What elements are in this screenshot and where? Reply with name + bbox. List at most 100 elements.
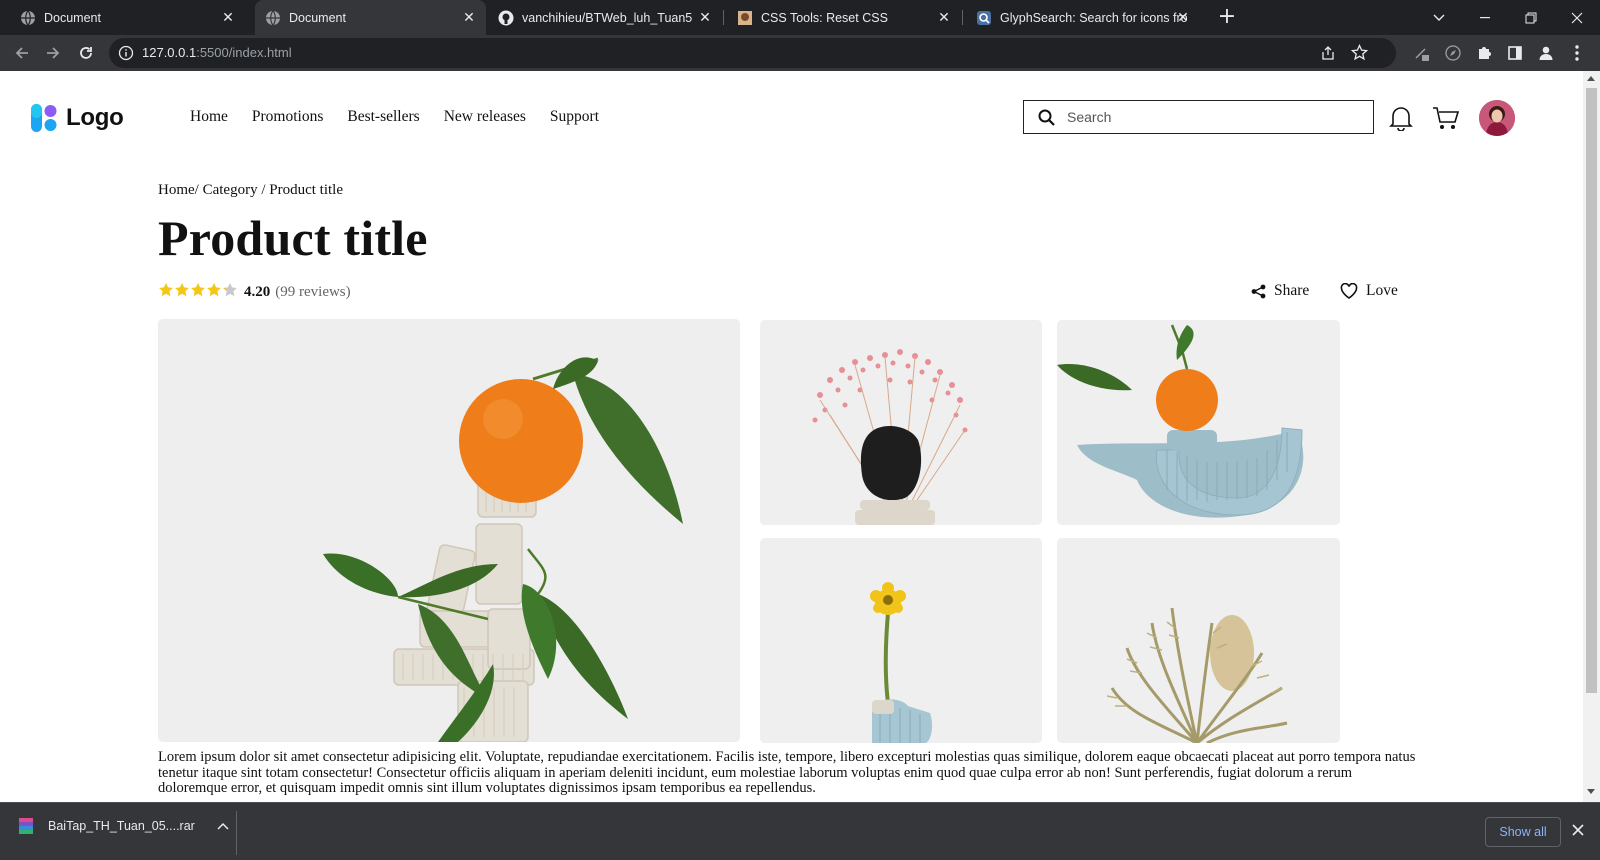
chevron-up-icon[interactable] [217, 822, 229, 830]
browser-tab-4[interactable]: CSS Tools: Reset CSS ✕ [725, 0, 961, 35]
download-divider [236, 811, 237, 855]
search-input[interactable] [1067, 109, 1347, 125]
close-tab-icon[interactable]: ✕ [696, 8, 714, 26]
browser-tab-5[interactable]: GlyphSearch: Search for icons fro ✕ [964, 0, 1200, 35]
browser-tab-3[interactable]: vanchihieu/BTWeb_luh_Tuan5 ✕ [490, 0, 722, 35]
url-host: 127.0.0.1 [142, 45, 197, 60]
minimize-icon[interactable] [1462, 0, 1508, 35]
bookmark-star-icon[interactable] [1350, 43, 1369, 66]
search-icon [1038, 109, 1055, 126]
star-icon [206, 282, 222, 303]
forward-icon[interactable] [41, 41, 65, 65]
star-icon [190, 282, 206, 303]
star-icon [222, 282, 238, 303]
show-all-button[interactable]: Show all [1485, 817, 1561, 847]
share-button[interactable]: Share [1251, 282, 1309, 300]
tab-title: Document [44, 10, 101, 25]
extension-compass-icon[interactable] [1441, 41, 1465, 65]
tab-divider [723, 10, 724, 25]
share-icon [1251, 284, 1266, 298]
site-favicon-icon [737, 10, 753, 26]
more-menu-icon[interactable] [1565, 41, 1589, 65]
logo-text: Logo [66, 104, 124, 131]
tab-title: vanchihieu/BTWeb_luh_Tuan5 [522, 10, 693, 25]
nav-new-releases[interactable]: New releases [444, 108, 526, 126]
nav-support[interactable]: Support [550, 108, 599, 126]
gallery-thumb-3[interactable] [760, 538, 1042, 743]
love-button[interactable]: Love [1340, 282, 1398, 300]
nav-home[interactable]: Home [190, 108, 228, 126]
scrollbar-thumb[interactable] [1586, 88, 1597, 693]
download-item[interactable]: BaiTap_TH_Tuan_05....rar [18, 817, 229, 835]
tab-search-chevron-icon[interactable] [1416, 0, 1462, 35]
extension-pen-icon[interactable] [1410, 41, 1434, 65]
site-logo[interactable]: Logo [31, 104, 124, 132]
love-label: Love [1366, 282, 1398, 299]
browser-tab-strip: Document ✕ Document ✕ vanchihieu/BTWeb_l… [0, 0, 1600, 35]
logo-mark-icon [31, 104, 57, 132]
breadcrumb-home[interactable]: Home [158, 182, 195, 198]
gallery-main-image[interactable] [158, 319, 740, 742]
pink-flowers-rock-image [760, 320, 1042, 525]
back-icon[interactable] [10, 41, 34, 65]
address-bar[interactable]: 127.0.0.1:5500/index.html [109, 38, 1396, 68]
page-title: Product title [158, 210, 428, 266]
product-rating: 4.20 (99 reviews) [158, 282, 351, 303]
browser-tab-2[interactable]: Document ✕ [255, 0, 486, 35]
tangerine-blue-arch-image [1057, 320, 1340, 525]
site-search[interactable] [1023, 100, 1374, 134]
close-tab-icon[interactable]: ✕ [935, 8, 953, 26]
scroll-down-arrow-icon[interactable] [1587, 789, 1595, 794]
product-description: Lorem ipsum dolor sit amet consectetur a… [158, 749, 1416, 796]
bell-icon[interactable] [1387, 103, 1415, 133]
restore-icon[interactable] [1508, 0, 1554, 35]
scroll-up-arrow-icon[interactable] [1587, 76, 1595, 81]
close-tab-icon[interactable]: ✕ [1174, 8, 1192, 26]
breadcrumb: Home/ Category / Product title [158, 182, 343, 199]
browser-tab-1[interactable]: Document ✕ [0, 0, 245, 35]
tab-divider [962, 10, 963, 25]
cart-icon[interactable] [1431, 103, 1461, 133]
close-window-icon[interactable] [1554, 0, 1600, 35]
nav-promotions[interactable]: Promotions [252, 108, 323, 126]
rating-score: 4.20 [244, 284, 271, 300]
close-tab-icon[interactable]: ✕ [219, 8, 237, 26]
main-nav: Home Promotions Best-sellers New release… [190, 108, 623, 126]
nav-best-sellers[interactable]: Best-sellers [347, 108, 419, 126]
close-shelf-icon[interactable] [1572, 823, 1584, 841]
breadcrumb-separator: / [261, 182, 266, 198]
site-info-icon[interactable] [118, 45, 134, 66]
tab-title: Document [289, 10, 346, 25]
star-icon [174, 282, 190, 303]
github-icon [498, 10, 514, 26]
address-url: 127.0.0.1:5500/index.html [142, 45, 292, 60]
extensions-puzzle-icon[interactable] [1472, 41, 1496, 65]
tab-title: CSS Tools: Reset CSS [761, 10, 888, 25]
gallery-thumb-2[interactable] [1057, 320, 1340, 525]
new-tab-button[interactable]: + [1215, 6, 1239, 30]
rar-file-icon [19, 818, 33, 834]
rating-stars [158, 282, 238, 303]
review-count[interactable]: (99 reviews) [275, 284, 350, 301]
browser-toolbar: 127.0.0.1:5500/index.html [0, 35, 1600, 71]
breadcrumb-category[interactable]: Category [203, 182, 258, 198]
user-avatar[interactable] [1479, 100, 1515, 136]
download-shelf: BaiTap_TH_Tuan_05....rar Show all [0, 802, 1600, 860]
star-icon [158, 282, 174, 303]
heart-icon [1340, 283, 1358, 299]
breadcrumb-current: Product title [269, 182, 343, 198]
gallery-thumb-4[interactable] [1057, 538, 1340, 743]
share-label: Share [1274, 282, 1310, 299]
breadcrumb-separator: / [194, 182, 199, 198]
page-viewport: Logo Home Promotions Best-sellers New re… [0, 71, 1583, 802]
profile-icon[interactable] [1534, 41, 1558, 65]
reload-icon[interactable] [74, 41, 98, 65]
share-page-icon[interactable] [1320, 45, 1336, 66]
download-filename: BaiTap_TH_Tuan_05....rar [48, 819, 195, 833]
gallery-thumb-1[interactable] [760, 320, 1042, 525]
close-tab-icon[interactable]: ✕ [460, 8, 478, 26]
side-panel-icon[interactable] [1503, 41, 1527, 65]
page-scrollbar[interactable] [1583, 71, 1600, 802]
dried-banksia-image [1057, 538, 1340, 743]
tab-title: GlyphSearch: Search for icons fro [1000, 10, 1188, 25]
